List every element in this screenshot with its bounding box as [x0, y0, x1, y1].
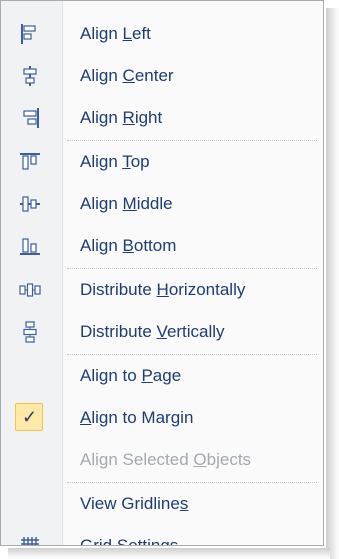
- align-middle-icon: [19, 193, 41, 215]
- align-left-icon: [19, 23, 41, 45]
- menu-item-label: Align Right: [80, 108, 163, 127]
- menu-item-align-selected-objects: Align Selected Objects: [1, 439, 323, 481]
- align-right-icon: [19, 107, 41, 129]
- menu-shadow-bottom: [8, 548, 330, 559]
- menu-item-align-to-margin[interactable]: ✓ Align to Margin: [1, 397, 323, 439]
- menu-item-align-to-page[interactable]: Align to Page: [1, 355, 323, 397]
- menu-item-label: Align to Page: [80, 366, 182, 385]
- menu-item-distribute-vertically[interactable]: Distribute Vertically: [1, 311, 323, 353]
- menu-item-label: Align Bottom: [80, 236, 177, 255]
- align-center-icon: [19, 65, 41, 87]
- menu-item-align-center[interactable]: Align Center: [1, 55, 323, 97]
- menu-item-label: Align to Margin: [80, 408, 194, 427]
- menu-item-label: Align Selected Objects: [80, 450, 252, 469]
- menu-item-label: Align Middle: [80, 194, 173, 213]
- align-menu: Align Left Align Center Align Right Alig…: [0, 0, 324, 546]
- menu-item-label: Align Top: [80, 152, 150, 171]
- menu-item-align-top[interactable]: Align Top: [1, 141, 323, 183]
- menu-item-align-right[interactable]: Align Right: [1, 97, 323, 139]
- menu-item-align-bottom[interactable]: Align Bottom: [1, 225, 323, 267]
- menu-item-distribute-horizontally[interactable]: Distribute Horizontally: [1, 269, 323, 311]
- menu-item-label: Align Center: [80, 66, 174, 85]
- align-bottom-icon: [19, 235, 41, 257]
- menu-item-label: Grid Settings...: [80, 536, 193, 546]
- menu-item-align-left[interactable]: Align Left: [1, 13, 323, 55]
- grid-icon: [19, 535, 41, 545]
- menu-item-view-gridlines[interactable]: View Gridlines: [1, 483, 323, 525]
- menu-item-label: Align Left: [80, 24, 151, 43]
- distribute-vertically-icon: [19, 321, 41, 343]
- checked-indicator: ✓: [15, 403, 43, 431]
- menu-item-label: Distribute Vertically: [80, 322, 225, 341]
- checkmark-icon: ✓: [22, 407, 38, 427]
- align-top-icon: [19, 151, 41, 173]
- menu-item-align-middle[interactable]: Align Middle: [1, 183, 323, 225]
- menu-item-label: Distribute Horizontally: [80, 280, 246, 299]
- menu-item-label: View Gridlines: [80, 494, 189, 513]
- distribute-horizontally-icon: [19, 279, 41, 301]
- menu-shadow-right: [326, 8, 339, 559]
- menu-item-grid-settings[interactable]: Grid Settings...: [1, 525, 323, 546]
